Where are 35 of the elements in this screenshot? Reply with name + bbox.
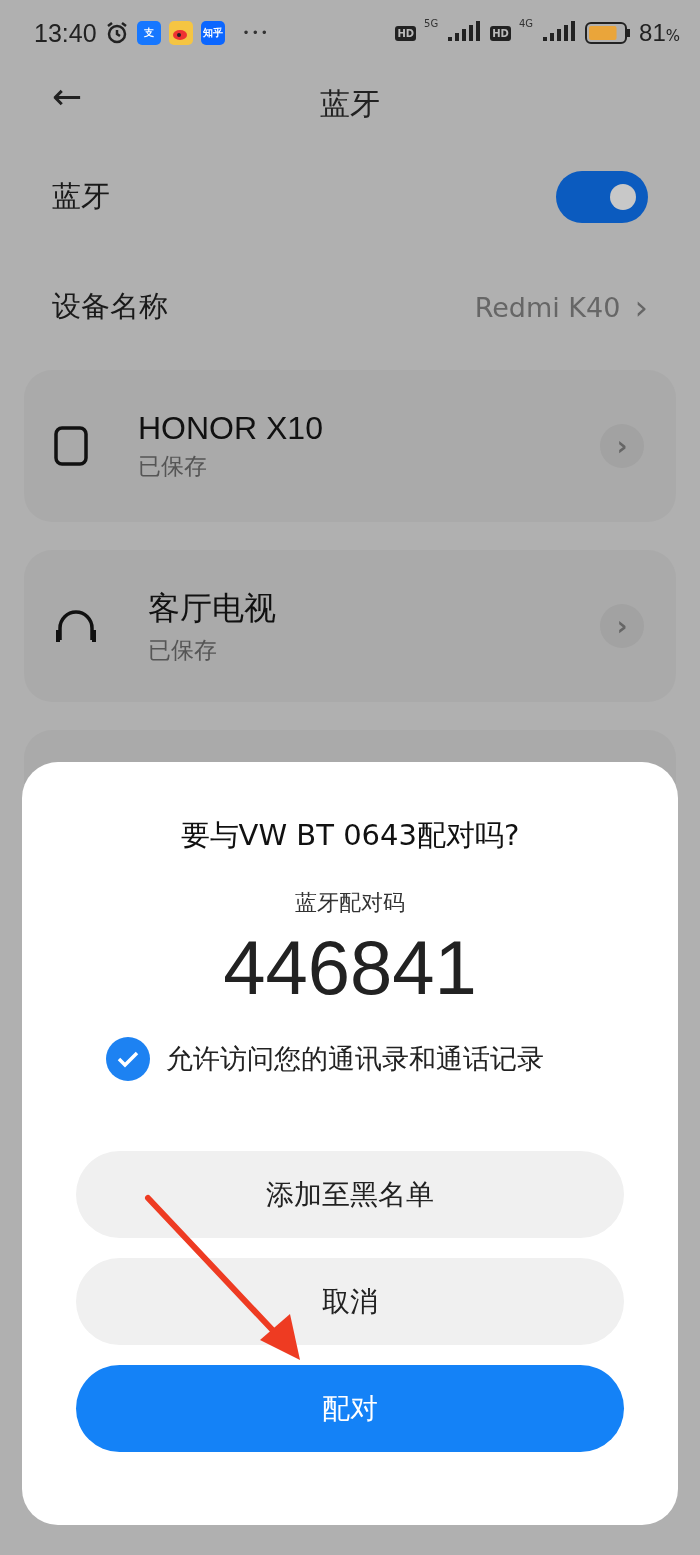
headphones-icon — [54, 608, 98, 644]
bluetooth-toggle[interactable] — [556, 171, 648, 223]
app-icon: 支 — [136, 21, 161, 45]
checkmark-icon — [116, 1049, 140, 1069]
hd-badge: HD — [490, 25, 511, 41]
page-title: 蓝牙 — [320, 84, 380, 123]
device-name: HONOR X10 — [138, 410, 324, 447]
device-card[interactable]: HONOR X10 已保存 › — [24, 370, 676, 522]
network-type: 4G — [518, 18, 534, 29]
device-name-label: 设备名称 — [52, 288, 168, 325]
device-name: 客厅电视 — [148, 588, 277, 628]
battery-icon — [585, 22, 632, 44]
dialog-title: 要与VW BT 0643配对吗? — [180, 817, 520, 854]
device-card[interactable]: 客厅电视 已保存 › — [24, 550, 676, 702]
device-status: 已保存 — [138, 452, 208, 481]
hd-badge: HD — [395, 25, 417, 41]
network-type: 5G — [424, 18, 439, 29]
app-icon — [168, 21, 193, 45]
dialog-button[interactable]: 取消 — [76, 1258, 624, 1345]
chevron-icon: › — [634, 287, 648, 327]
phone-icon — [54, 426, 88, 466]
time: 13:40 — [34, 18, 97, 48]
app-icon: 知乎 — [200, 21, 225, 45]
percent-sign: % — [665, 27, 680, 45]
device-status: 已保存 — [148, 635, 218, 665]
dialog-button[interactable]: 添加至黑名单 — [76, 1151, 624, 1238]
back-button[interactable]: ← — [52, 76, 83, 117]
more-icon: ••• — [242, 26, 270, 40]
dialog-button[interactable]: 配对 — [76, 1365, 624, 1452]
bluetooth-label: 蓝牙 — [52, 178, 110, 215]
pairing-code: 446841 — [223, 924, 477, 1011]
code-label: 蓝牙配对码 — [295, 889, 405, 917]
checkbox[interactable] — [106, 1037, 150, 1081]
battery-percent: 81 — [639, 19, 666, 47]
permission-label: 允许访问您的通讯录和通话记录 — [166, 1042, 544, 1076]
